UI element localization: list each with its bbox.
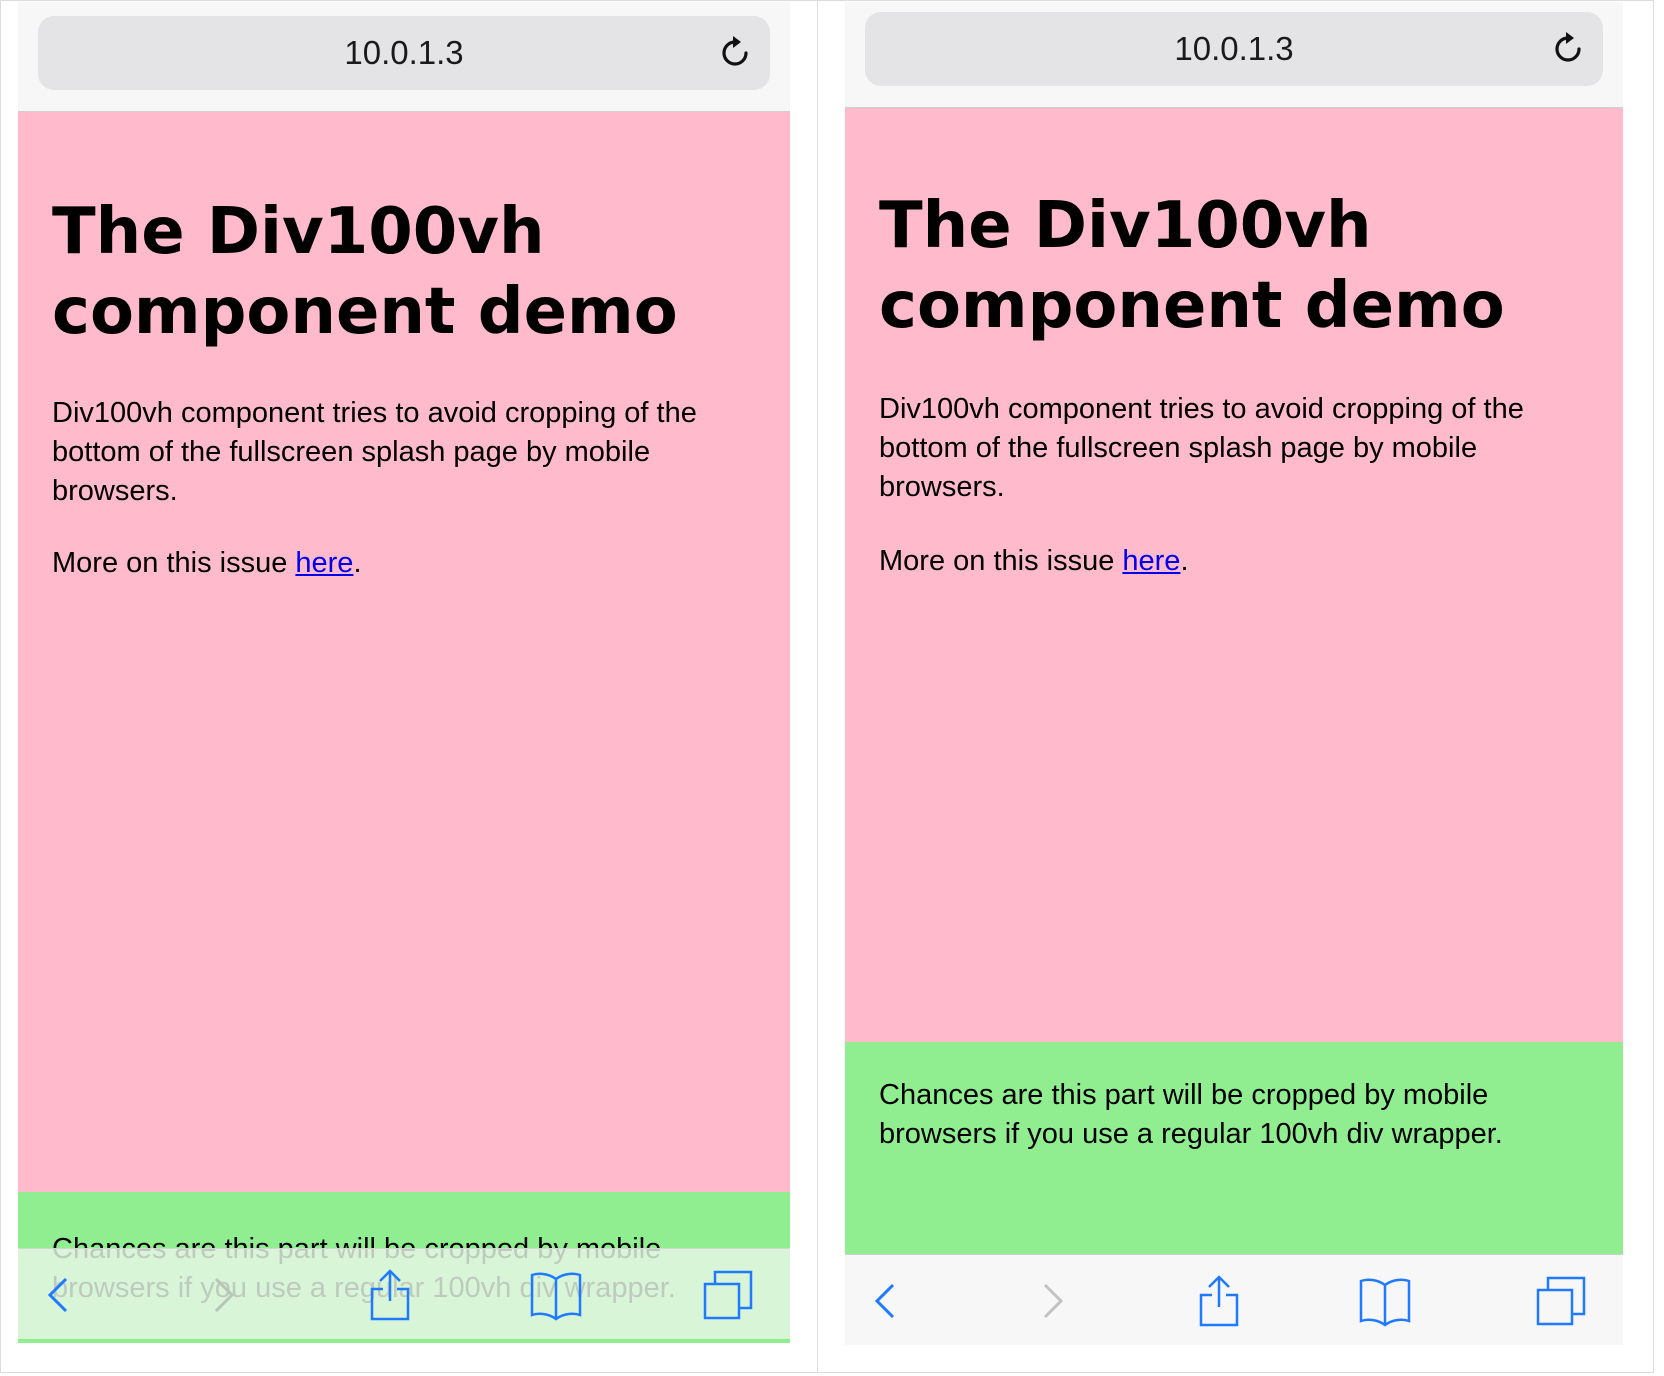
reload-icon[interactable] <box>1549 30 1587 68</box>
left-browser-screen: The Div100vh component demo Div100vh comp… <box>18 2 790 1343</box>
browser-toolbar <box>845 1254 1623 1345</box>
page-title: The Div100vh component demo <box>879 189 1505 343</box>
page-content: The Div100vh component demo Div100vh comp… <box>18 112 790 1343</box>
bookmarks-icon[interactable] <box>1357 1273 1413 1329</box>
address-bar[interactable]: 10.0.1.3 <box>38 16 770 90</box>
back-icon[interactable] <box>859 1273 915 1329</box>
browser-address-area: 10.0.1.3 <box>845 2 1623 108</box>
page-title: The Div100vh component demo <box>52 195 678 349</box>
here-link[interactable]: here <box>1122 545 1180 577</box>
forward-icon <box>1023 1273 1079 1329</box>
back-icon[interactable] <box>32 1267 88 1323</box>
intro-paragraph: Div100vh component tries to avoid croppi… <box>52 397 697 507</box>
bottom-section: Chances are this part will be cropped by… <box>845 1042 1623 1258</box>
share-icon[interactable] <box>1191 1273 1247 1329</box>
here-link[interactable]: here <box>295 547 353 579</box>
bottom-text: Chances are this part will be cropped by… <box>879 1079 1503 1150</box>
address-bar[interactable]: 10.0.1.3 <box>865 12 1603 86</box>
more-info-paragraph: More on this issue here. <box>879 545 1189 577</box>
bookmarks-icon[interactable] <box>528 1267 584 1323</box>
splash-section: The Div100vh component demo Div100vh comp… <box>18 112 790 1192</box>
browser-toolbar <box>18 1248 790 1339</box>
page-content: The Div100vh component demo Div100vh comp… <box>845 108 1623 1348</box>
url-text: 10.0.1.3 <box>344 34 464 71</box>
panel-divider <box>817 0 818 1373</box>
tabs-icon[interactable] <box>700 1267 756 1323</box>
share-icon[interactable] <box>362 1267 418 1323</box>
browser-address-area: 10.0.1.3 <box>18 2 790 112</box>
more-info-paragraph: More on this issue here. <box>52 547 362 579</box>
url-text: 10.0.1.3 <box>1174 30 1294 67</box>
tabs-icon[interactable] <box>1533 1273 1589 1329</box>
right-browser-screen: The Div100vh component demo Div100vh comp… <box>845 2 1623 1348</box>
splash-section: The Div100vh component demo Div100vh comp… <box>845 108 1623 1042</box>
reload-icon[interactable] <box>716 34 754 72</box>
intro-paragraph: Div100vh component tries to avoid croppi… <box>879 393 1524 503</box>
forward-icon <box>194 1267 250 1323</box>
